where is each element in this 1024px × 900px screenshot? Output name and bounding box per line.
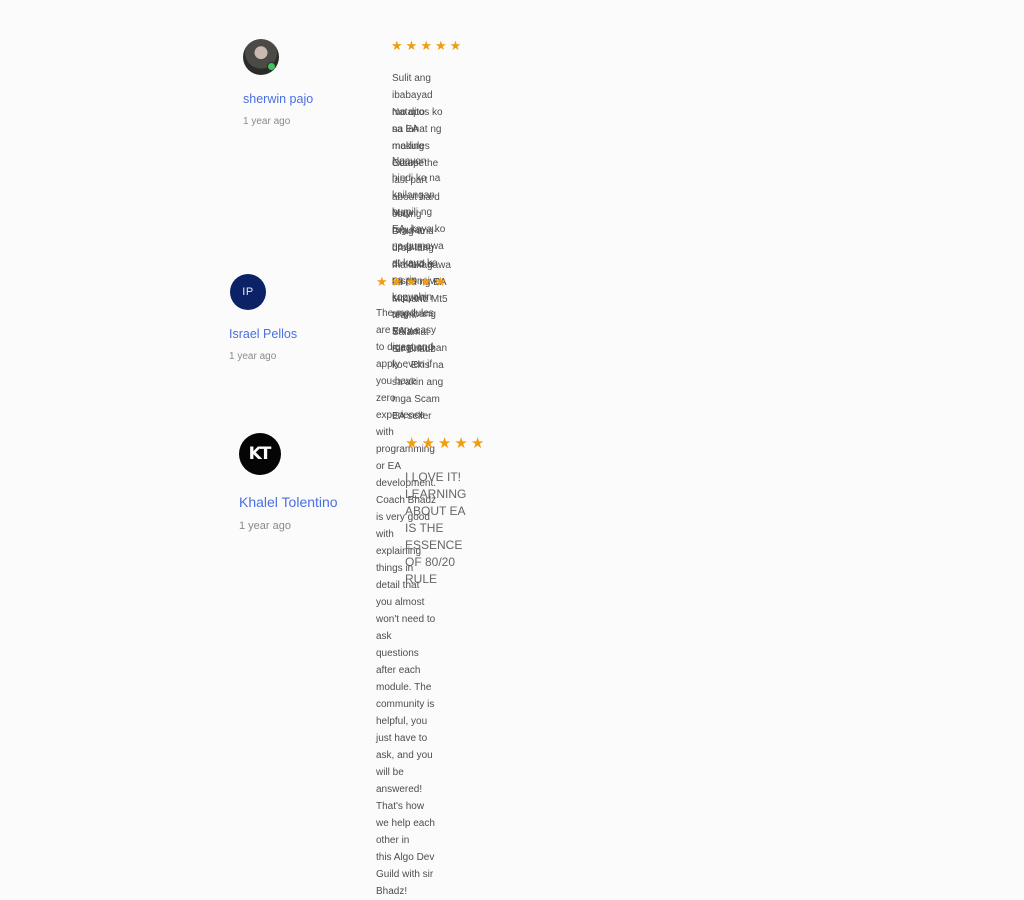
review-time: 1 year ago <box>229 351 277 362</box>
star-icon: ★ <box>390 275 403 290</box>
review-paragraph: The modules are very easy to digest and … <box>376 308 437 897</box>
star-icon: ★ <box>434 275 447 290</box>
review-time: 1 year ago <box>243 116 291 127</box>
star-icon: ★ <box>454 434 468 452</box>
star-icon: ★ <box>405 39 418 54</box>
star-icon: ★ <box>434 39 447 54</box>
reviewer-name[interactable]: Israel Pellos <box>229 327 297 341</box>
review-time: 1 year ago <box>239 520 291 532</box>
star-icon: ★ <box>376 275 388 290</box>
star-icon: ★ <box>470 434 485 452</box>
star-icon: ★ <box>405 434 419 452</box>
online-status-icon <box>267 62 276 71</box>
review-paragraph: I LOVE IT! LEARNING ABOUT EA IS THE ESSE… <box>405 470 467 586</box>
avatar[interactable] <box>243 39 279 75</box>
star-icon: ★ <box>391 39 403 54</box>
star-rating: ★ ★ ★ ★ ★ <box>391 40 461 53</box>
avatar[interactable]: IP <box>230 274 266 310</box>
star-icon: ★ <box>437 434 452 452</box>
star-icon: ★ <box>420 39 432 54</box>
avatar[interactable]: KT <box>239 433 281 475</box>
star-icon: ★ <box>421 434 435 452</box>
star-rating: ★ ★ ★ ★ ★ <box>405 436 484 451</box>
avatar-initials: KT <box>248 444 272 464</box>
star-icon: ★ <box>419 275 432 290</box>
reviewer-name[interactable]: Khalel Tolentino <box>239 494 338 510</box>
star-rating: ★ ★ ★ ★ ★ <box>376 276 446 289</box>
star-icon: ★ <box>405 275 417 290</box>
star-icon: ★ <box>449 39 462 54</box>
reviewer-name[interactable]: sherwin pajo <box>243 92 313 106</box>
